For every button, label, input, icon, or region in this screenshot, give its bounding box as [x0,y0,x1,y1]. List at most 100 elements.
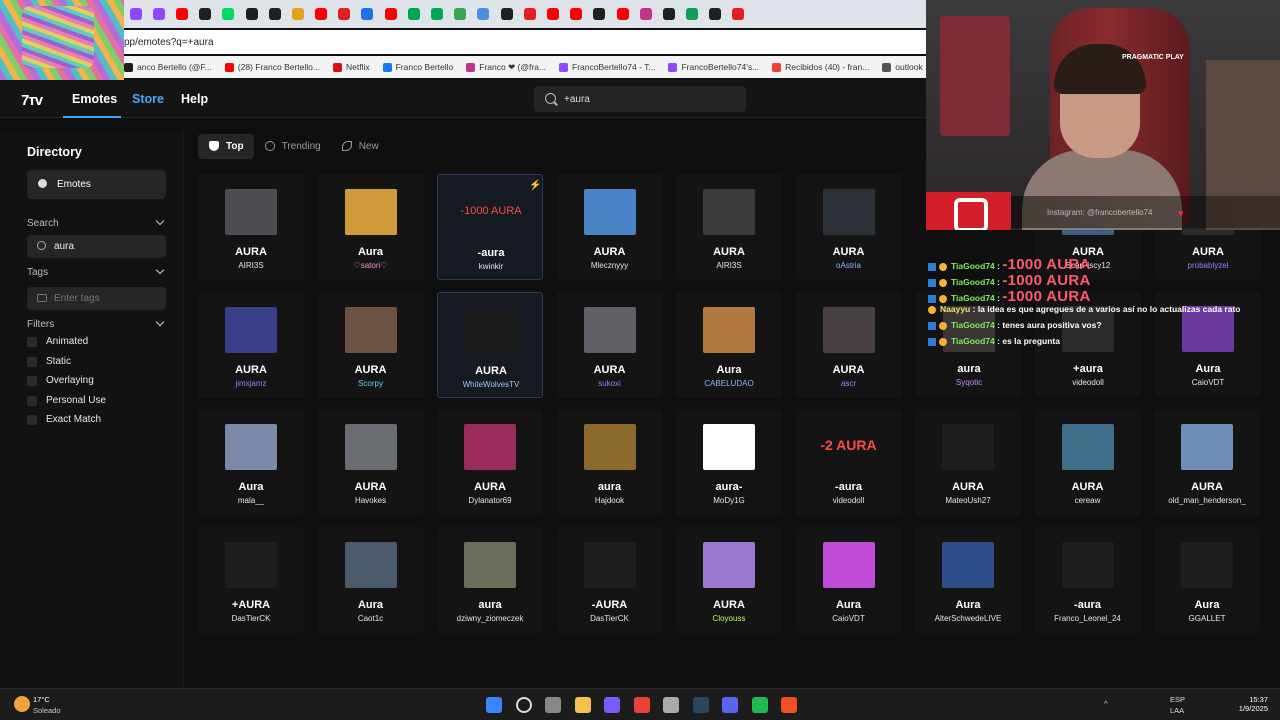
7tv-logo[interactable]: 7тv [21,92,43,109]
browser-tab[interactable] [286,4,309,24]
browser-tab[interactable] [565,4,588,24]
chevron-down-icon[interactable] [155,317,165,327]
emote-card[interactable]: -2 AURA -aura videodoll [795,409,902,515]
browser-tab[interactable] [194,4,217,24]
browser-tab[interactable] [657,4,680,24]
emote-card[interactable]: AURA Havokes [317,409,424,515]
filter-checkbox[interactable] [27,415,37,425]
browser-tab[interactable] [727,4,750,24]
emote-card[interactable]: -1000 AURA ⚡ -aura kwinkir [437,174,543,280]
browser-tab[interactable] [170,4,193,24]
search-icon[interactable] [515,697,532,713]
emote-card[interactable]: AURA AIRI3S [676,174,782,280]
browser-tab[interactable] [681,4,704,24]
filter-checkbox[interactable] [27,395,37,406]
bookmark[interactable]: anco Bertello (@F... [124,62,212,72]
bookmark[interactable]: FrancoBertello74 - T... [559,62,655,72]
tab-new[interactable]: New [331,134,389,159]
browser-tab[interactable] [147,4,170,24]
taskbar-app-icon[interactable] [692,697,709,713]
emote-card[interactable]: AURA ascr [795,291,902,398]
browser-tab[interactable] [379,4,402,24]
browser-tab[interactable] [634,4,657,24]
emote-card[interactable]: AURA old_man_henderson_ [1154,409,1260,515]
emote-card[interactable]: Aura AlterSchwedeLIVE [915,526,1021,633]
nav-emotes[interactable]: Emotes [72,92,117,106]
sidebar-item-emotes[interactable]: Emotes [27,170,166,199]
address-bar[interactable]: pp/emotes?q=+aura [124,30,926,54]
tab-top[interactable]: Top [198,134,254,159]
emote-card[interactable]: AURA oAstria [795,174,902,280]
lang-bottom[interactable]: LAA [1170,706,1184,715]
browser-tab[interactable] [541,4,564,24]
lang-top[interactable]: ESP [1170,695,1185,704]
bookmark[interactable]: Netflix [332,62,370,72]
emote-card[interactable]: aura- MoDy1G [676,409,782,515]
emote-card[interactable]: Aura ♡satori♡ [317,174,424,280]
browser-tab[interactable] [611,4,634,24]
emote-card[interactable]: Aura CABELUDAO [676,291,782,398]
chevron-up-icon[interactable]: ^ [1104,699,1108,708]
browser-tab[interactable] [263,4,286,24]
sidebar-search-input[interactable]: aura [27,235,166,258]
browser-tab[interactable] [356,4,379,24]
taskbar-app-icon[interactable] [633,697,650,713]
taskbar-app-icon[interactable] [545,697,561,713]
bookmark[interactable]: FrancoBertello74's... [668,62,759,72]
emote-card[interactable]: AURA AIRI3S [198,174,304,280]
taskbar-app-icon[interactable] [604,697,620,713]
browser-tab[interactable] [472,4,495,24]
taskbar-app-icon[interactable] [663,697,679,713]
emote-card[interactable]: AURA WhiteWolvesTV [437,291,543,398]
nav-help[interactable]: Help [181,92,208,106]
chevron-down-icon[interactable] [155,216,165,226]
tab-trending[interactable]: Trending [254,134,331,159]
browser-tab[interactable] [402,4,425,24]
browser-tab[interactable] [240,4,263,24]
bookmark[interactable]: Franco ❤ (@fra... [466,62,546,73]
bookmark[interactable]: Franco Bertello [382,62,453,72]
emote-card[interactable]: Aura GGALLET [1154,526,1260,633]
emote-card[interactable]: AURA Cloyouss [676,526,782,633]
browser-tab[interactable] [495,4,518,24]
nav-store[interactable]: Store [132,92,164,106]
weather-icon[interactable] [14,696,30,712]
header-search-input[interactable]: +aura [534,86,746,112]
emote-card[interactable]: AURA Scorpy [317,291,424,398]
taskbar-app-icon[interactable] [486,697,502,713]
emote-card[interactable]: AURA MateoUsh27 [915,409,1021,515]
emote-card[interactable]: Aura CaioVDT [795,526,902,633]
filter-checkbox[interactable] [27,337,37,347]
browser-tab[interactable] [449,4,472,24]
browser-tab[interactable] [518,4,541,24]
emote-card[interactable]: AURA Mlecznyyy [556,174,663,280]
emote-card[interactable]: Aura Caot1c [317,526,424,633]
emote-card[interactable]: Aura mala__ [198,409,304,515]
browser-tab[interactable] [588,4,611,24]
taskbar-app-icon[interactable] [574,697,591,713]
taskbar-app-icon[interactable] [722,697,738,713]
browser-tab[interactable] [333,4,356,24]
browser-tab[interactable] [310,4,333,24]
emote-card[interactable]: aura Hajdook [556,409,663,515]
taskbar-app-icon[interactable] [751,697,768,713]
emote-card[interactable]: +AURA DasTierCK [198,526,304,633]
browser-tab[interactable] [425,4,448,24]
emote-card[interactable]: AURA Dylanator69 [437,409,543,515]
browser-tab[interactable] [124,4,147,24]
emote-card[interactable]: -aura Franco_Leonel_24 [1034,526,1141,633]
clock[interactable]: 15:37 1/9/2025 [1218,695,1268,713]
emote-card[interactable]: AURA sukoxi [556,291,663,398]
bookmark[interactable]: outlook [882,62,923,72]
emote-card[interactable]: AURA jimxjamz [198,291,304,398]
browser-tab[interactable] [217,4,240,24]
browser-tab[interactable] [704,4,727,24]
filter-checkbox[interactable] [27,376,37,386]
tags-input[interactable]: Enter tags [27,287,166,310]
bookmark[interactable]: Recibidos (40) - fran... [772,62,869,72]
filter-checkbox[interactable] [27,356,37,367]
chevron-down-icon[interactable] [155,265,165,275]
emote-card[interactable]: -AURA DasTierCK [556,526,663,633]
emote-card[interactable]: aura dziwny_ziomeczek [437,526,543,633]
emote-card[interactable]: AURA cereaw [1034,409,1141,515]
